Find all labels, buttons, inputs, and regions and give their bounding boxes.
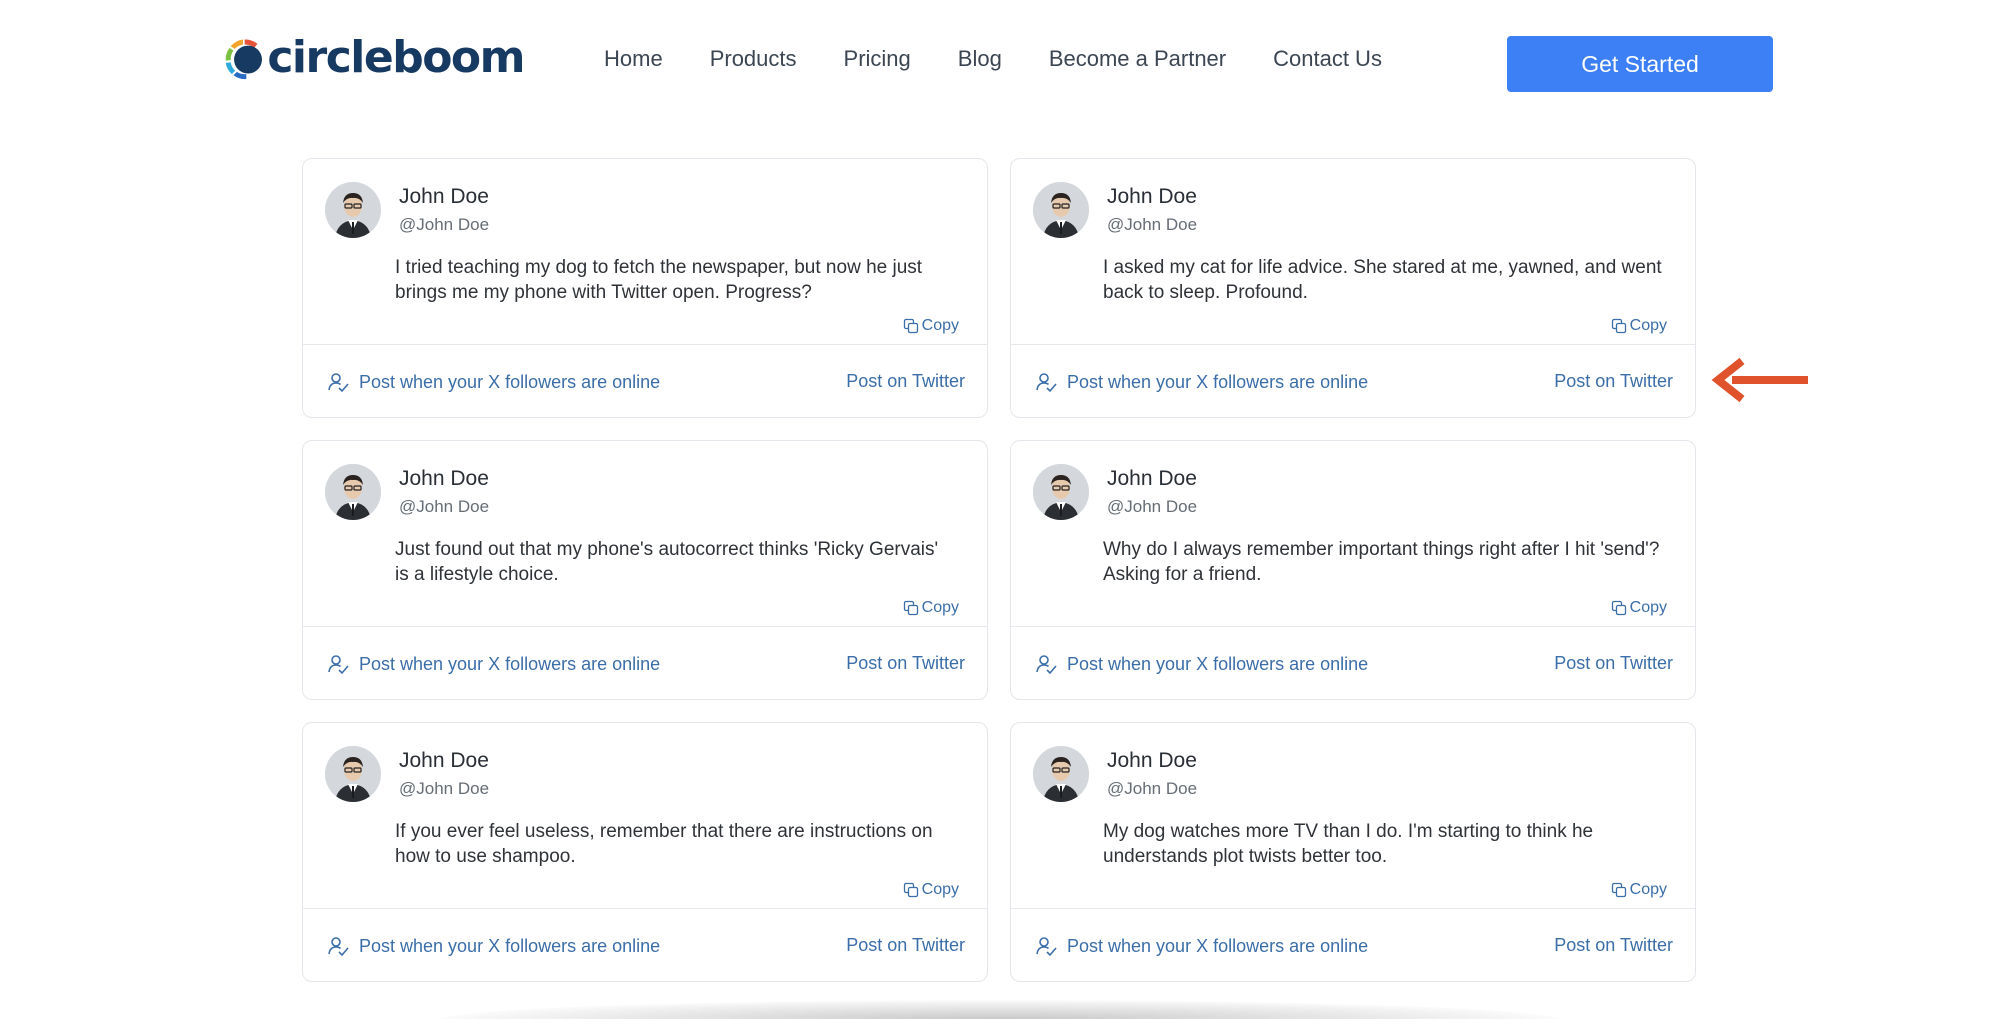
copy-label: Copy (1630, 881, 1667, 899)
get-started-button[interactable]: Get Started (1507, 36, 1773, 92)
post-when-online-link[interactable]: Post when your X followers are online (327, 371, 660, 393)
author-handle: @John Doe (399, 779, 489, 799)
card-divider (1011, 626, 1695, 627)
tweet-text: Just found out that my phone's autocorre… (395, 537, 955, 587)
user-check-icon (1035, 935, 1057, 957)
copy-button[interactable]: Copy (1611, 599, 1667, 617)
user-check-icon (1035, 653, 1057, 675)
copy-icon (903, 600, 919, 616)
tweet-card: John Doe @John Doe If you ever feel usel… (302, 722, 988, 982)
post-on-twitter-link[interactable]: Post on Twitter (1554, 371, 1673, 392)
user-check-icon (327, 935, 349, 957)
avatar (325, 182, 381, 238)
copy-button[interactable]: Copy (1611, 881, 1667, 899)
bottom-shadow (440, 1000, 1560, 1019)
copy-label: Copy (922, 317, 959, 335)
post-on-twitter-link[interactable]: Post on Twitter (846, 371, 965, 392)
main-nav: Home Products Pricing Blog Become a Part… (604, 46, 1382, 72)
author-handle: @John Doe (399, 215, 489, 235)
card-divider (303, 908, 987, 909)
user-check-icon (1035, 371, 1057, 393)
avatar (1033, 182, 1089, 238)
nav-products[interactable]: Products (710, 46, 797, 72)
post-on-twitter-link[interactable]: Post on Twitter (1554, 935, 1673, 956)
avatar (1033, 464, 1089, 520)
tweet-card: John Doe @John Doe I asked my cat for li… (1010, 158, 1696, 418)
post-when-online-label: Post when your X followers are online (359, 936, 660, 957)
author-handle: @John Doe (399, 497, 489, 517)
post-when-online-link[interactable]: Post when your X followers are online (1035, 371, 1368, 393)
user-check-icon (327, 653, 349, 675)
tweet-card: John Doe @John Doe My dog watches more T… (1010, 722, 1696, 982)
author-name: John Doe (1107, 185, 1197, 209)
copy-label: Copy (1630, 599, 1667, 617)
post-when-online-label: Post when your X followers are online (1067, 372, 1368, 393)
author-handle: @John Doe (1107, 215, 1197, 235)
author-name: John Doe (399, 185, 489, 209)
copy-label: Copy (922, 599, 959, 617)
post-when-online-label: Post when your X followers are online (359, 372, 660, 393)
author-name: John Doe (1107, 749, 1197, 773)
post-when-online-label: Post when your X followers are online (359, 654, 660, 675)
copy-icon (903, 882, 919, 898)
avatar (325, 464, 381, 520)
tweet-text: I tried teaching my dog to fetch the new… (395, 255, 955, 305)
site-header: circleboom Home Products Pricing Blog Be… (0, 0, 2000, 130)
brand-name: circleboom (267, 32, 524, 83)
card-divider (303, 626, 987, 627)
copy-button[interactable]: Copy (903, 599, 959, 617)
author-handle: @John Doe (1107, 497, 1197, 517)
author-name: John Doe (399, 749, 489, 773)
nav-become-partner[interactable]: Become a Partner (1049, 46, 1226, 72)
tweet-text: If you ever feel useless, remember that … (395, 819, 955, 869)
nav-home[interactable]: Home (604, 46, 663, 72)
tweet-card: John Doe @John Doe I tried teaching my d… (302, 158, 988, 418)
nav-pricing[interactable]: Pricing (844, 46, 911, 72)
post-on-twitter-link[interactable]: Post on Twitter (1554, 653, 1673, 674)
tweet-text: I asked my cat for life advice. She star… (1103, 255, 1663, 305)
post-when-online-label: Post when your X followers are online (1067, 654, 1368, 675)
copy-icon (1611, 600, 1627, 616)
avatar (1033, 746, 1089, 802)
copy-button[interactable]: Copy (903, 317, 959, 335)
tweet-card: John Doe @John Doe Why do I always remem… (1010, 440, 1696, 700)
author-name: John Doe (399, 467, 489, 491)
card-divider (1011, 908, 1695, 909)
author-handle: @John Doe (1107, 779, 1197, 799)
left-arrow-icon (1710, 355, 1810, 405)
post-when-online-label: Post when your X followers are online (1067, 936, 1368, 957)
post-on-twitter-link[interactable]: Post on Twitter (846, 935, 965, 956)
post-when-online-link[interactable]: Post when your X followers are online (327, 653, 660, 675)
post-when-online-link[interactable]: Post when your X followers are online (1035, 653, 1368, 675)
user-check-icon (327, 371, 349, 393)
copy-button[interactable]: Copy (903, 881, 959, 899)
card-divider (303, 344, 987, 345)
card-divider (1011, 344, 1695, 345)
copy-icon (903, 318, 919, 334)
nav-contact-us[interactable]: Contact Us (1273, 46, 1382, 72)
copy-label: Copy (922, 881, 959, 899)
copy-icon (1611, 882, 1627, 898)
avatar (325, 746, 381, 802)
copy-label: Copy (1630, 317, 1667, 335)
tweet-card: John Doe @John Doe Just found out that m… (302, 440, 988, 700)
copy-button[interactable]: Copy (1611, 317, 1667, 335)
author-name: John Doe (1107, 467, 1197, 491)
brand-logo[interactable]: circleboom (224, 20, 524, 98)
tweet-text: Why do I always remember important thing… (1103, 537, 1663, 587)
tweet-text: My dog watches more TV than I do. I'm st… (1103, 819, 1663, 869)
post-when-online-link[interactable]: Post when your X followers are online (327, 935, 660, 957)
copy-icon (1611, 318, 1627, 334)
post-when-online-link[interactable]: Post when your X followers are online (1035, 935, 1368, 957)
post-on-twitter-link[interactable]: Post on Twitter (846, 653, 965, 674)
nav-blog[interactable]: Blog (958, 46, 1002, 72)
circleboom-logo-icon (224, 20, 265, 98)
